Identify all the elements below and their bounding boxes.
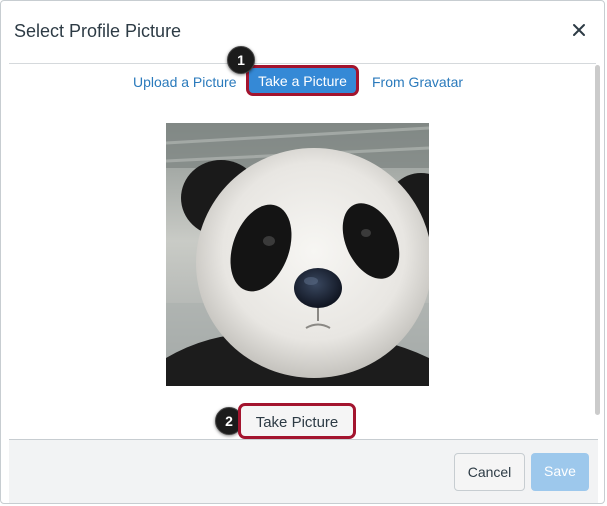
panda-photo xyxy=(166,123,429,386)
save-button[interactable]: Save xyxy=(531,453,589,491)
close-icon[interactable] xyxy=(572,23,586,37)
select-profile-picture-dialog: Select Profile Picture Upload a Picture … xyxy=(0,0,605,504)
cancel-label: Cancel xyxy=(467,464,512,480)
dialog-footer: Cancel Save xyxy=(9,439,598,503)
take-picture-label: Take Picture xyxy=(255,414,339,431)
dialog-title: Select Profile Picture xyxy=(14,21,182,41)
save-label: Save xyxy=(544,463,576,479)
tab-take-a-picture[interactable]: Take a Picture xyxy=(246,65,359,96)
cancel-button[interactable]: Cancel xyxy=(454,453,525,491)
camera-preview xyxy=(166,123,429,386)
tab-from-gravatar[interactable]: From Gravatar xyxy=(372,74,463,90)
tab-upload-a-picture[interactable]: Upload a Picture xyxy=(133,74,237,90)
take-picture-button[interactable]: Take Picture xyxy=(238,403,356,439)
dialog-header: Select Profile Picture xyxy=(1,1,604,64)
scrollbar[interactable] xyxy=(595,65,600,415)
header-divider xyxy=(9,63,596,64)
tab-take-a-picture-label: Take a Picture xyxy=(258,73,347,89)
callout-1: 1 xyxy=(227,46,255,74)
